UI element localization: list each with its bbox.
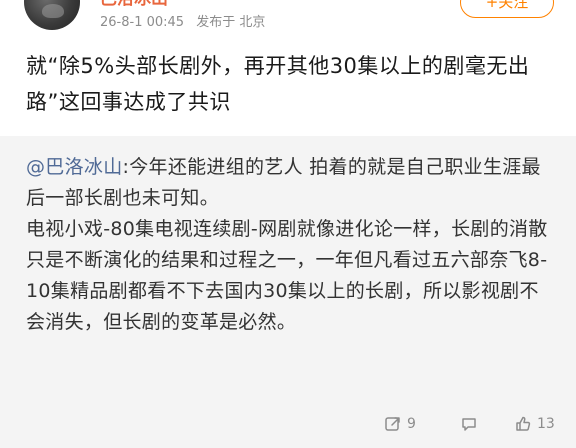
repost-body: 电视小戏-80集电视连续剧-网剧就像进化论一样，长剧的消散只是不断演化的结果和过…: [26, 218, 548, 333]
avatar[interactable]: [24, 0, 80, 30]
post-text: 就“除5%头部长剧外，再开其他30集以上的剧毫无出路”这回事达成了共识: [26, 54, 530, 114]
repost-button[interactable]: 9: [384, 412, 416, 436]
repost-mention[interactable]: @巴洛冰山: [26, 156, 123, 178]
author-name[interactable]: 巴洛冰山: [100, 0, 168, 9]
follow-button[interactable]: +关注: [460, 0, 554, 18]
post-location: 发布于 北京: [196, 15, 266, 30]
post-meta: 26-8-1 00:45 发布于 北京: [100, 14, 273, 32]
repost-count: 9: [407, 416, 416, 432]
like-button[interactable]: 13: [514, 412, 555, 436]
repost-block[interactable]: @巴洛冰山:今年还能进组的艺人 拍着的就是自己职业生涯最后一部长剧也未可知。 电…: [0, 136, 576, 448]
repost-icon: [384, 415, 402, 433]
comment-icon: [460, 415, 478, 433]
weibo-post-card: 巴洛冰山 26-8-1 00:45 发布于 北京 +关注 就“除5%头部长剧外，…: [0, 0, 576, 448]
action-bar: 9 13: [0, 404, 576, 444]
comment-button[interactable]: [460, 412, 483, 436]
post-timestamp: 26-8-1 00:45: [100, 15, 185, 30]
like-icon: [514, 415, 532, 433]
repost-text: @巴洛冰山:今年还能进组的艺人 拍着的就是自己职业生涯最后一部长剧也未可知。 电…: [26, 152, 556, 338]
like-count: 13: [537, 416, 555, 432]
post-header: 巴洛冰山 26-8-1 00:45 发布于 北京 +关注: [0, 0, 576, 42]
